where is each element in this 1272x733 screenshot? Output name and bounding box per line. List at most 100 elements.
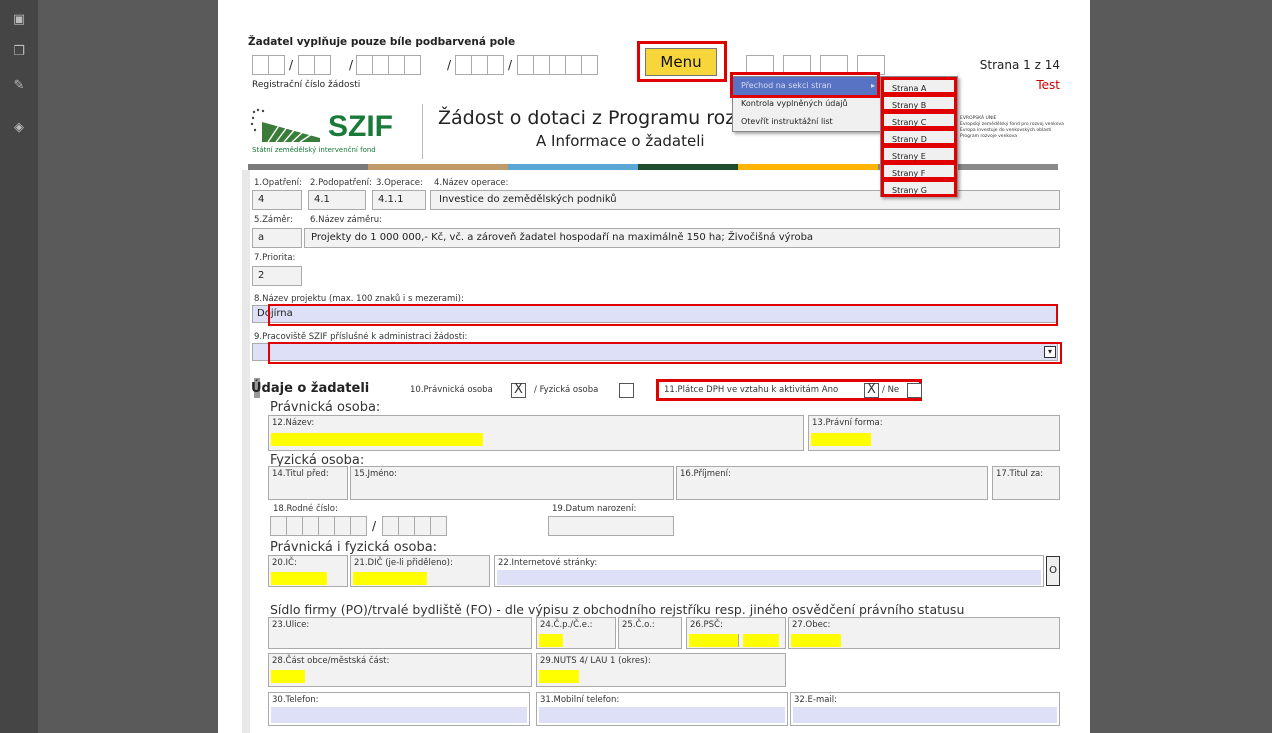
field-25-box[interactable]: 25.Č.o.: [618, 617, 682, 649]
rodne-cislo-cells: / [270, 516, 460, 536]
field-27-box: 27.Obec: [788, 617, 1060, 649]
reg-cell[interactable] [388, 55, 405, 75]
reg-cell[interactable] [268, 55, 285, 75]
reg-cell[interactable] [487, 55, 504, 75]
field-32-label: 32.E-mail: [794, 695, 838, 705]
field-8-label: 8.Název projektu (max. 100 znaků i s mez… [254, 294, 464, 304]
reg-cell[interactable] [372, 55, 389, 75]
rc-cell[interactable] [350, 516, 367, 536]
field-20-input[interactable] [271, 572, 327, 585]
field-26-input[interactable] [689, 634, 739, 647]
field-14-label: 14.Titul před: [272, 469, 329, 479]
layers-icon[interactable]: ◈ [11, 120, 27, 136]
field-12-input[interactable] [271, 433, 483, 446]
rc-cell[interactable] [286, 516, 303, 536]
strany-b-item[interactable]: Strany B [881, 94, 957, 112]
rc-slash: / [372, 519, 377, 533]
reg-cell[interactable] [455, 55, 472, 75]
field-29-box: 29.NUTS 4/ LAU 1 (okres): [536, 653, 786, 687]
field-21-label: 21.DIČ (je-li přiděleno): [354, 558, 453, 568]
viewer-background-right [1090, 0, 1272, 733]
field-19-box[interactable] [548, 516, 674, 536]
rc-cell[interactable] [430, 516, 447, 536]
platce-dph-ne-checkbox[interactable] [907, 383, 922, 398]
field-13-box: 13.Právní forma: [808, 415, 1060, 451]
reg-cell[interactable] [314, 55, 331, 75]
field-22-input[interactable] [497, 570, 1041, 585]
field-13-input[interactable] [811, 433, 871, 446]
field-30-input[interactable] [271, 707, 527, 723]
pages-icon[interactable]: ❐ [11, 44, 27, 60]
field-24-input[interactable] [539, 634, 563, 647]
field-30-box: 30.Telefon: [268, 692, 530, 726]
rc-cell[interactable] [414, 516, 431, 536]
field-30-label: 30.Telefon: [272, 695, 319, 705]
field-26-input[interactable] [743, 634, 779, 647]
field-29-input[interactable] [539, 670, 579, 683]
pdf-icon[interactable]: ▣ [11, 12, 27, 28]
field-3-box: 4.1.1 [372, 190, 426, 210]
field-31-input[interactable] [539, 707, 785, 723]
menu-item-instruktazni-list[interactable]: Otevřít instruktážní list [733, 113, 881, 131]
field-31-box: 31.Mobilní telefon: [536, 692, 788, 726]
rc-cell[interactable] [270, 516, 287, 536]
reg-cell[interactable] [298, 55, 315, 75]
header-divider [422, 104, 423, 159]
form-subtitle: A Informace o žadateli [536, 132, 705, 150]
field-9-highlight [268, 342, 1062, 364]
rc-cell[interactable] [382, 516, 399, 536]
pravnicka-osoba-checkbox[interactable]: X [511, 383, 526, 398]
rc-cell[interactable] [398, 516, 415, 536]
reg-slash: / [508, 58, 513, 72]
field-20-label: 20.IČ: [272, 558, 297, 568]
fyzicka-osoba-checkbox[interactable] [619, 383, 634, 398]
pravnicka-osoba-title: Právnická osoba: [270, 400, 381, 415]
strany-f-item[interactable]: Strany F [881, 162, 957, 180]
field-16-box[interactable]: 16.Příjmení: [676, 466, 988, 500]
field-28-box: 28.Část obce/městská část: [268, 653, 532, 687]
strana-a-item[interactable]: Strana A [881, 77, 957, 95]
rc-cell[interactable] [318, 516, 335, 536]
instruction-text: Žadatel vyplňuje pouze bíle podbarvená p… [248, 36, 516, 48]
strany-g-item[interactable]: Strany G [881, 179, 957, 197]
reg-cell[interactable] [356, 55, 373, 75]
reg-cell[interactable] [517, 55, 534, 75]
reg-cell[interactable] [471, 55, 488, 75]
field-14-box[interactable]: 14.Titul před: [268, 466, 348, 500]
field-1-label: 1.Opatření: [254, 178, 302, 188]
open-web-button[interactable]: O [1046, 556, 1060, 586]
attachment-icon[interactable]: ✎ [11, 78, 27, 94]
rc-cell[interactable] [302, 516, 319, 536]
pravnicka-fyzicka-title: Právnická i fyzická osoba: [270, 540, 438, 555]
reg-cell[interactable] [404, 55, 421, 75]
field-15-label: 15.Jméno: [354, 469, 397, 479]
field-27-input[interactable] [791, 634, 841, 647]
strany-d-item[interactable]: Strany D [881, 128, 957, 146]
reg-cell[interactable] [549, 55, 566, 75]
reg-cell[interactable] [565, 55, 582, 75]
field-15-box[interactable]: 15.Jméno: [350, 466, 674, 500]
field-6-value: Projekty do 1 000 000,- Kč, vč. a zárove… [311, 232, 814, 243]
field-32-input[interactable] [793, 707, 1057, 723]
field-1-box: 4 [252, 190, 302, 210]
field-11-label: 11.Plátce DPH ve vztahu k aktivitám Ano [664, 385, 839, 395]
platce-dph-ne-label: / Ne [882, 385, 900, 395]
field-12-label: 12.Název: [272, 418, 315, 428]
field-22-box: 22.Internetové stránky: [494, 555, 1044, 587]
field-28-input[interactable] [271, 670, 305, 683]
page-indicator: Strana 1 z 14 [979, 58, 1060, 72]
reg-cell[interactable] [581, 55, 598, 75]
field-17-box[interactable]: 17.Titul za: [992, 466, 1060, 500]
reg-cell[interactable] [252, 55, 269, 75]
strany-c-item[interactable]: Strany C [881, 111, 957, 129]
field-23-box[interactable]: 23.Ulice: [268, 617, 532, 649]
reg-cell[interactable] [533, 55, 550, 75]
strany-e-item[interactable]: Strany E [881, 145, 957, 163]
rc-cell[interactable] [334, 516, 351, 536]
reg-slash: / [447, 58, 452, 72]
platce-dph-ano-checkbox[interactable]: X [864, 383, 879, 398]
field-24-label: 24.Č.p./Č.e.: [540, 620, 593, 630]
viewer-background-left [38, 0, 218, 733]
field-7-box: 2 [252, 266, 302, 286]
field-21-input[interactable] [353, 572, 427, 585]
